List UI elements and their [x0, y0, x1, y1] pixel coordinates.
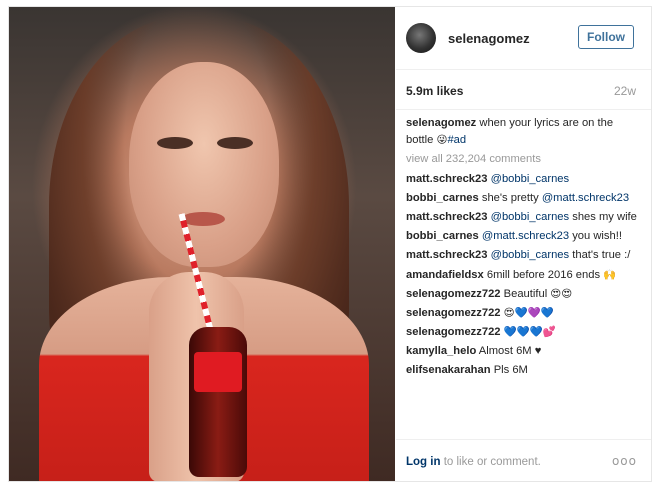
comment-text: 6mill before 2016 ends — [486, 268, 601, 281]
caption-emoji: 😜 — [436, 133, 448, 146]
login-link[interactable]: Log in — [406, 456, 441, 468]
comment-mention[interactable]: @bobbi_carnes — [491, 173, 570, 185]
hearts-icon: 😍💙💜💙 — [503, 306, 554, 319]
lips-shape — [181, 212, 225, 226]
comment-username[interactable]: amandafieldsx — [406, 269, 484, 281]
caption-hashtag[interactable]: #ad — [447, 134, 466, 146]
comment-username[interactable]: bobbi_carnes — [406, 230, 479, 242]
login-prompt: Log in to like or comment. — [406, 456, 541, 468]
list-item: matt.schreck23 @bobbi_carnes — [406, 171, 638, 188]
avatar[interactable] — [406, 23, 436, 53]
comment-username[interactable]: matt.schreck23 — [406, 211, 487, 223]
heart-eyes-icon: 😍😍 — [550, 287, 573, 300]
list-item: matt.schreck23 @bobbi_carnes shes my wif… — [406, 209, 638, 226]
left-eye-shape — [157, 137, 193, 149]
list-item: selenagomezz722 Beautiful 😍😍 — [406, 286, 638, 303]
comment-username[interactable]: matt.schreck23 — [406, 249, 487, 261]
right-eye-shape — [217, 137, 253, 149]
view-all-comments-link[interactable]: view all 232,204 comments — [406, 151, 638, 168]
comment-username[interactable]: bobbi_carnes — [406, 192, 479, 204]
comment-mention[interactable]: @matt.schreck23 — [542, 192, 629, 204]
face-shape — [129, 62, 279, 267]
login-prompt-text: to like or comment. — [443, 456, 541, 468]
comment-username[interactable]: kamylla_helo — [406, 345, 476, 357]
comment-text: Almost 6M ♥ — [478, 344, 542, 357]
list-item: selenagomezz722 💙💙💙💕 — [406, 324, 638, 341]
list-item: elifsenakarahan Pls 6M — [406, 362, 638, 379]
post-photo[interactable] — [9, 7, 395, 481]
hearts-icon: 💙💙💙💕 — [503, 325, 556, 338]
list-item: bobbi_carnes she's pretty @matt.schreck2… — [406, 190, 638, 207]
comment-text: that's true :/ — [572, 249, 631, 262]
comment-text: you wish!! — [572, 230, 622, 243]
comment-text: Pls 6M — [493, 364, 528, 377]
soda-bottle — [189, 327, 247, 477]
comment-text: shes my wife — [572, 211, 637, 224]
post-time[interactable]: 22w — [614, 84, 636, 98]
comment-username[interactable]: matt.schreck23 — [406, 173, 487, 185]
list-item: matt.schreck23 @bobbi_carnes that's true… — [406, 247, 638, 264]
post-stats: 5.9m likes 22w — [396, 69, 651, 110]
follow-button[interactable]: Follow — [578, 25, 634, 49]
comment-text: Beautiful — [503, 287, 548, 300]
caption-username[interactable]: selenagomez — [406, 117, 476, 129]
username-link[interactable]: selenagomez — [448, 31, 530, 46]
comment-text: she's pretty — [481, 192, 539, 205]
more-options-icon[interactable]: ooo — [612, 454, 637, 468]
likes-count[interactable]: 5.9m likes — [406, 84, 463, 98]
post-card: selenagomez Follow 5.9m likes 22w selena… — [8, 6, 652, 482]
bottle-label — [194, 352, 242, 392]
comment-username[interactable]: elifsenakarahan — [406, 364, 491, 376]
comment-mention[interactable]: @matt.schreck23 — [482, 230, 569, 242]
list-item: amandafieldsx 6mill before 2016 ends 🙌 — [406, 267, 638, 284]
caption: selenagomez when your lyrics are on the … — [406, 115, 638, 148]
comments-list: selenagomez when your lyrics are on the … — [406, 115, 638, 381]
raised-hands-icon: 🙌 — [603, 268, 617, 281]
post-side-panel: selenagomez Follow 5.9m likes 22w selena… — [396, 7, 651, 481]
list-item: kamylla_helo Almost 6M ♥ — [406, 343, 638, 360]
comment-username[interactable]: selenagomezz722 — [406, 307, 501, 319]
list-item: bobbi_carnes @matt.schreck23 you wish!! — [406, 228, 638, 245]
comment-username[interactable]: selenagomezz722 — [406, 288, 501, 300]
list-item: selenagomezz722 😍💙💜💙 — [406, 305, 638, 322]
post-footer: Log in to like or comment. ooo — [396, 439, 651, 482]
comment-mention[interactable]: @bobbi_carnes — [491, 211, 570, 223]
comment-username[interactable]: selenagomezz722 — [406, 326, 501, 338]
comment-mention[interactable]: @bobbi_carnes — [491, 249, 570, 261]
post-header: selenagomez Follow — [396, 7, 651, 70]
